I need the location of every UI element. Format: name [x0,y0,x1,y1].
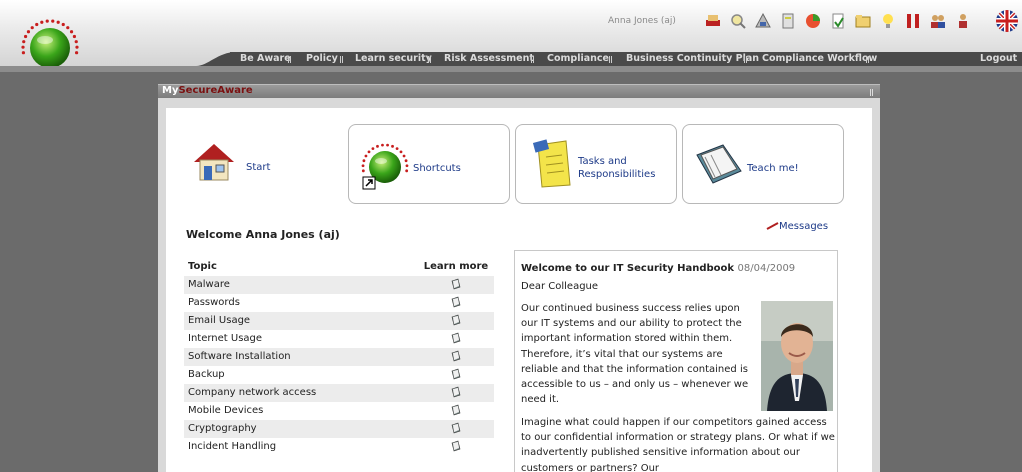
topic-row[interactable]: Backup [184,366,494,384]
tasks-icon [532,139,571,188]
learn-more-book-icon[interactable] [418,402,494,420]
topic-rows: Malware Passwords Email Usage Internet Usag… [184,276,494,456]
tile-tasks[interactable]: Tasks and Responsibilities [515,124,677,204]
header-divider [0,66,1022,72]
nav-be-aware[interactable]: Be Aware [240,52,291,66]
folder-icon[interactable] [852,10,874,32]
topic-name: Software Installation [188,351,291,362]
learn-more-book-icon[interactable] [418,348,494,366]
article-title-text: Welcome to our IT Security Handbook [521,263,735,274]
tile-start[interactable]: Start [180,124,342,204]
tile-shortcuts[interactable]: Shortcuts [348,124,510,204]
learn-more-book-icon[interactable] [418,276,494,294]
award-icon[interactable] [752,10,774,32]
article-date: 08/04/2009 [737,263,796,274]
tile-shortcuts-label: Shortcuts [413,163,461,174]
learn-more-book-icon[interactable] [418,420,494,438]
topic-row[interactable]: Internet Usage [184,330,494,348]
toolbar-icons [702,10,974,34]
portrait-photo [761,301,833,411]
nav-compliance-workflow[interactable]: Compliance Workflow [762,52,877,66]
topic-name: Email Usage [188,315,251,326]
nav-separator [428,56,432,63]
topic-row[interactable]: Company network access [184,384,494,402]
panel-resize-grip[interactable] [870,89,874,96]
tile-start-label: Start [246,162,271,173]
tile-tasks-label-line2: Responsibilities [578,169,656,180]
topic-name: Cryptography [188,423,257,434]
tile-tasks-label: Tasks and Responsibilities [578,155,655,181]
learn-more-column-header: Learn more [423,261,489,272]
tile-teach-me-label: Teach me! [747,163,799,174]
learn-more-book-icon[interactable] [418,366,494,384]
tile-teach-me[interactable]: Teach me! [682,124,844,204]
messages-label: Messages [779,221,829,232]
nav-separator [288,56,292,63]
topic-name: Internet Usage [188,333,263,344]
nav-separator [744,56,748,63]
topic-name: Mobile Devices [188,405,264,416]
topic-row[interactable]: Malware [184,276,494,294]
learn-more-book-icon[interactable] [418,384,494,402]
article-panel: Welcome to our IT Security Handbook 08/0… [514,250,838,472]
messages-link[interactable]: Messages [766,221,828,232]
nav-separator [340,56,344,63]
panel-title: MySecureAware [162,85,253,96]
topic-name: Incident Handling [188,441,277,452]
topic-row[interactable]: Email Usage [184,312,494,330]
topic-row[interactable]: Mobile Devices [184,402,494,420]
nav-separator [531,56,535,63]
topic-name: Company network access [188,387,317,398]
panel-title-prefix: My [162,85,179,96]
logo-icon[interactable] [16,12,92,70]
article-greeting: Dear Colleague [521,281,599,292]
tile-tasks-label-line1: Tasks and [578,156,627,167]
group-icon[interactable] [927,10,949,32]
article-title: Welcome to our IT Security Handbook 08/0… [521,263,795,274]
book-icon [696,144,742,184]
topic-row[interactable]: Incident Handling [184,438,494,456]
learn-more-book-icon[interactable] [418,330,494,348]
article-paragraph-2: Imagine what could happen if our competi… [521,417,835,472]
nav-separator [866,56,870,63]
uk-flag-icon[interactable] [996,10,1018,32]
topic-row[interactable]: Cryptography [184,420,494,438]
topic-column-header: Topic [188,261,217,272]
nav-business-continuity-plan[interactable]: Business Continuity Plan [626,52,759,66]
welcome-heading: Welcome Anna Jones (aj) [186,228,340,241]
topic-table: Topic Learn more Malware Passwords Email U… [184,258,494,456]
topic-name: Passwords [188,297,240,308]
learn-more-book-icon[interactable] [418,312,494,330]
nav-risk-assessment[interactable]: Risk Assessment [444,52,534,66]
topic-row[interactable]: Software Installation [184,348,494,366]
learn-more-book-icon[interactable] [418,438,494,456]
shortcuts-icon [361,143,409,190]
user-name-label: Anna Jones (aj) [608,16,676,26]
tools-icon[interactable] [777,10,799,32]
logout-link[interactable]: Logout [980,52,1017,66]
topic-row[interactable]: Passwords [184,294,494,312]
panel-header [158,84,880,98]
pencil-icon [766,222,779,230]
search-icon[interactable] [727,10,749,32]
topic-table-header: Topic Learn more [184,258,494,276]
nav-compliance[interactable]: Compliance [547,52,609,66]
chart-icon[interactable] [802,10,824,32]
lightbulb-icon[interactable] [877,10,899,32]
user-icon[interactable] [702,10,724,32]
bookmark-icon[interactable] [902,10,924,32]
nav-separator [609,56,613,63]
document-icon[interactable] [827,10,849,32]
panel-title-main: SecureAware [178,85,253,96]
house-icon [194,144,234,181]
article-paragraph-1: Our continued business success relies up… [521,303,749,406]
nav-policy[interactable]: Policy [306,52,338,66]
nav-learn-security[interactable]: Learn security [355,52,432,66]
topic-name: Backup [188,369,225,380]
topic-name: Malware [188,279,230,290]
person-icon[interactable] [952,10,974,32]
learn-more-book-icon[interactable] [418,294,494,312]
